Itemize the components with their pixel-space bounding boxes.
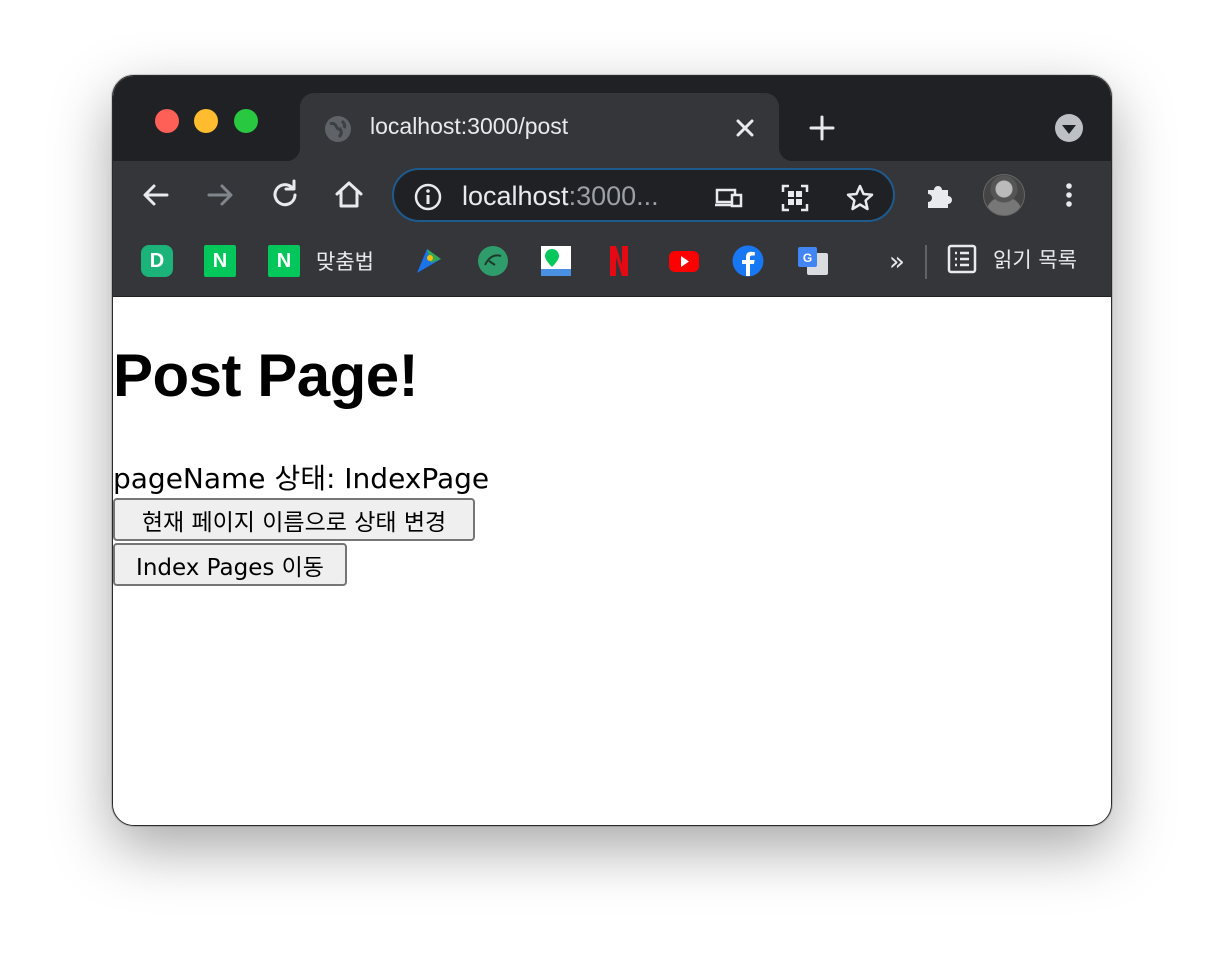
page-title: Post Page! [113, 342, 419, 409]
kebab-menu-icon[interactable] [1052, 178, 1086, 212]
more-bookmarks-chevron[interactable]: » [889, 247, 905, 277]
dcinside-icon: D [141, 245, 173, 277]
home-icon[interactable] [332, 178, 366, 212]
active-tab[interactable]: localhost:3000/post [286, 93, 793, 161]
globe-icon [325, 116, 351, 142]
back-arrow-icon[interactable] [139, 178, 173, 212]
info-icon[interactable] [414, 183, 442, 211]
bird-icon [417, 249, 441, 273]
bookmark-google-translate[interactable]: G [797, 244, 829, 278]
url-text[interactable]: localhost:3000... [462, 181, 659, 212]
profile-avatar[interactable] [983, 174, 1025, 216]
page-name-status: pageName 상태: IndexPage [113, 462, 490, 495]
new-tab-icon[interactable] [807, 113, 837, 143]
map-pin-icon [541, 246, 571, 276]
bookmark-bird-app[interactable] [413, 244, 445, 278]
naver-icon: N [268, 245, 300, 277]
tab-title: localhost:3000/post [370, 113, 569, 139]
translate-icon: G [798, 247, 828, 275]
bookmark-dcinside[interactable]: D [141, 244, 173, 278]
extensions-puzzle-icon[interactable] [923, 178, 957, 212]
browser-window: localhost:3000/post localhost:3000... D … [112, 75, 1112, 826]
forward-arrow-icon[interactable] [203, 178, 237, 212]
page-content: Post Page! pageName 상태: IndexPage 현재 페이지… [113, 297, 1111, 825]
close-tab-icon[interactable] [732, 115, 758, 141]
bookmark-netflix[interactable] [608, 244, 630, 278]
bookmark-naver-spelling[interactable]: N 맞춤법 [268, 244, 374, 278]
reading-list-label: 읽기 목록 [993, 248, 1077, 272]
toolbar: localhost:3000... [113, 161, 1111, 229]
address-bar[interactable]: localhost:3000... [392, 168, 895, 222]
bookmark-green-app[interactable] [477, 244, 509, 278]
facebook-icon [732, 245, 764, 277]
reload-icon[interactable] [268, 178, 302, 212]
netflix-icon [610, 246, 628, 276]
bookmark-youtube[interactable] [668, 244, 700, 278]
close-window-button[interactable] [155, 109, 179, 133]
bookmark-naver[interactable]: N [204, 244, 236, 278]
minimize-window-button[interactable] [194, 109, 218, 133]
tab-search-icon[interactable] [1054, 113, 1084, 143]
go-index-button[interactable]: Index Pages 이동 [113, 543, 347, 586]
zoom-window-button[interactable] [234, 109, 258, 133]
change-state-button[interactable]: 현재 페이지 이름으로 상태 변경 [113, 498, 475, 541]
svg-text:G: G [803, 251, 812, 265]
bookmarks-bar: D N N 맞춤법 G » 읽기 목록 [113, 229, 1111, 297]
reading-list-icon [947, 244, 977, 274]
cast-devices-icon[interactable] [714, 183, 744, 213]
bookmark-star-icon[interactable] [845, 183, 875, 213]
youtube-icon [669, 251, 699, 272]
bookmarks-divider [925, 245, 927, 279]
tab-strip: localhost:3000/post [113, 76, 1111, 161]
reading-list-button[interactable]: 읽기 목록 [947, 244, 1077, 274]
naver-icon: N [204, 245, 236, 277]
qr-code-icon[interactable] [780, 183, 810, 213]
bookmark-facebook[interactable] [732, 244, 764, 278]
bookmark-label: 맞춤법 [316, 250, 374, 274]
bookmark-naver-map[interactable] [540, 244, 572, 278]
leaf-icon [478, 246, 508, 276]
